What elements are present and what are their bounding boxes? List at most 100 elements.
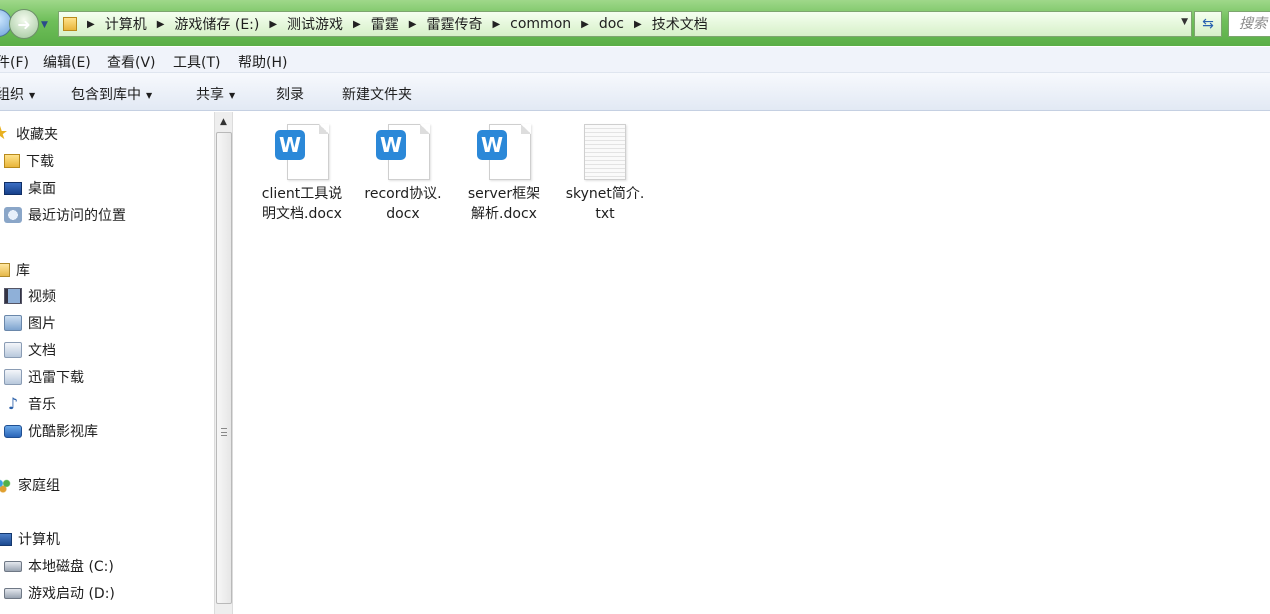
new-folder-button[interactable]: 新建文件夹 — [342, 84, 412, 104]
search-input[interactable]: 搜索 — [1228, 11, 1270, 37]
chevron-right-icon[interactable]: ▶ — [581, 19, 589, 30]
wps-word-icon: W — [477, 124, 531, 180]
share-label: 共享 — [196, 87, 224, 103]
pictures-library-icon — [4, 315, 22, 331]
sidebar-item-label: 视频 — [28, 289, 56, 305]
chevron-right-icon[interactable]: ▶ — [492, 19, 500, 30]
sidebar-item-music[interactable]: ♪ 音乐 — [4, 392, 56, 416]
file-name: client工具说明文档.docx — [261, 186, 343, 222]
file-name: server框架解析.docx — [467, 186, 541, 222]
address-bar[interactable]: ▶ 计算机 ▶ 游戏储存 (E:) ▶ 测试游戏 ▶ 雷霆 ▶ 雷霆传奇 ▶ c… — [58, 11, 1192, 37]
sidebar-item-label: 本地磁盘 (C:) — [28, 559, 114, 575]
file-item[interactable]: W record协议.docx — [361, 112, 445, 224]
dropdown-arrow-icon: ▼ — [229, 90, 236, 100]
sidebar-computer-label: 计算机 — [18, 532, 60, 548]
chevron-right-icon[interactable]: ▶ — [409, 19, 417, 30]
file-item[interactable]: skynet简介.txt — [563, 112, 647, 224]
navigation-pane-scrollbar[interactable]: ▲ — [214, 112, 233, 614]
menu-edit[interactable]: 编辑(E) — [43, 52, 91, 72]
dropdown-arrow-icon: ▼ — [29, 90, 36, 100]
grip-icon — [221, 428, 227, 436]
menu-bar: 件(F) 编辑(E) 查看(V) 工具(T) 帮助(H) — [0, 47, 1270, 73]
refresh-button[interactable]: ⇆ — [1194, 11, 1222, 37]
documents-library-icon — [4, 342, 22, 358]
sidebar-computer[interactable]: 计算机 — [0, 527, 60, 551]
arrow-right-icon: ➜ — [17, 14, 31, 34]
text-file-icon — [578, 124, 632, 180]
computer-icon — [0, 532, 12, 546]
sidebar-item-documents[interactable]: 文档 — [4, 338, 56, 362]
menu-file[interactable]: 件(F) — [0, 52, 29, 72]
include-in-library-button[interactable]: 包含到库中 ▼ — [71, 84, 152, 104]
sidebar-homegroup-label: 家庭组 — [18, 478, 60, 494]
burn-button[interactable]: 刻录 — [276, 84, 304, 104]
video-library-icon — [4, 288, 22, 304]
file-name: skynet简介.txt — [565, 186, 645, 222]
menu-help[interactable]: 帮助(H) — [238, 52, 287, 72]
organize-button[interactable]: 组织 ▼ — [0, 84, 35, 104]
thunder-downloads-library-icon — [4, 369, 22, 385]
breadcrumb-leiting-chuanqi[interactable]: 雷霆传奇 — [426, 14, 482, 34]
chevron-right-icon[interactable]: ▶ — [269, 19, 277, 30]
sidebar-favorites[interactable]: ★ 收藏夹 — [0, 122, 58, 146]
sidebar-item-local-disk-c[interactable]: 本地磁盘 (C:) — [4, 554, 114, 578]
sidebar-item-label: 最近访问的位置 — [28, 208, 126, 224]
sidebar-item-desktop[interactable]: 桌面 — [4, 176, 56, 200]
sidebar-item-label: 下载 — [26, 154, 54, 170]
file-item[interactable]: W server框架解析.docx — [462, 112, 546, 224]
sidebar-item-thunder-downloads[interactable]: 迅雷下载 — [4, 365, 84, 389]
breadcrumb-common[interactable]: common — [510, 16, 571, 32]
include-in-library-label: 包含到库中 — [71, 87, 141, 103]
breadcrumb-leiting[interactable]: 雷霆 — [371, 14, 399, 34]
refresh-icon: ⇆ — [1202, 16, 1214, 32]
address-dropdown-icon[interactable]: ▼ — [1181, 17, 1188, 27]
desktop-icon — [4, 181, 22, 195]
sidebar-item-label: 文档 — [28, 343, 56, 359]
file-name: record协议.docx — [364, 186, 442, 222]
hard-drive-icon — [4, 560, 22, 572]
breadcrumb-doc[interactable]: doc — [599, 16, 624, 32]
sidebar-favorites-label: 收藏夹 — [16, 127, 58, 143]
music-library-icon: ♪ — [7, 394, 19, 413]
sidebar-item-downloads[interactable]: 下载 — [4, 149, 54, 173]
file-list-view[interactable]: W client工具说明文档.docx W record协议.docx W se… — [234, 112, 1270, 614]
menu-view[interactable]: 查看(V) — [107, 52, 156, 72]
homegroup-icon — [0, 477, 12, 493]
chevron-right-icon[interactable]: ▶ — [353, 19, 361, 30]
sidebar-item-youku-library[interactable]: 优酷影视库 — [4, 419, 98, 443]
sidebar-homegroup[interactable]: 家庭组 — [0, 473, 60, 497]
address-toolbar: ➜ ▼ ▶ 计算机 ▶ 游戏储存 (E:) ▶ 测试游戏 ▶ 雷霆 ▶ 雷霆传奇… — [0, 0, 1270, 46]
wps-word-icon: W — [275, 124, 329, 180]
hard-drive-icon — [4, 587, 22, 599]
recent-places-icon — [4, 207, 22, 223]
chevron-right-icon[interactable]: ▶ — [634, 19, 642, 30]
file-item[interactable]: W client工具说明文档.docx — [260, 112, 344, 224]
scroll-up-arrow-icon[interactable]: ▲ — [215, 112, 232, 132]
chevron-right-icon[interactable]: ▶ — [87, 19, 95, 30]
folder-icon — [63, 17, 77, 31]
chevron-right-icon[interactable]: ▶ — [157, 19, 165, 30]
sidebar-item-videos[interactable]: 视频 — [4, 284, 56, 308]
sidebar-item-label: 优酷影视库 — [28, 424, 98, 440]
sidebar-item-label: 音乐 — [28, 397, 56, 413]
sidebar-item-label: 游戏启动 (D:) — [28, 586, 115, 602]
breadcrumb-tech-docs[interactable]: 技术文档 — [652, 14, 708, 34]
menu-tools[interactable]: 工具(T) — [173, 52, 220, 72]
scrollbar-thumb[interactable] — [216, 132, 232, 604]
breadcrumb-test-games[interactable]: 测试游戏 — [287, 14, 343, 34]
sidebar-item-label: 桌面 — [28, 181, 56, 197]
breadcrumb-drive-e[interactable]: 游戏储存 (E:) — [174, 14, 259, 34]
wps-word-icon: W — [376, 124, 430, 180]
breadcrumb-computer[interactable]: 计算机 — [105, 14, 147, 34]
sidebar-item-recent-places[interactable]: 最近访问的位置 — [4, 203, 126, 227]
sidebar-item-game-launch-d[interactable]: 游戏启动 (D:) — [4, 581, 115, 605]
youku-library-icon — [4, 424, 22, 438]
share-button[interactable]: 共享 ▼ — [196, 84, 235, 104]
forward-button[interactable]: ➜ — [9, 9, 39, 39]
sidebar-libraries[interactable]: 库 — [0, 258, 30, 282]
sidebar-item-pictures[interactable]: 图片 — [4, 311, 56, 335]
dropdown-arrow-icon: ▼ — [146, 90, 153, 100]
library-icon — [0, 263, 10, 277]
sidebar-item-label: 图片 — [28, 316, 56, 332]
recent-pages-dropdown[interactable]: ▼ — [41, 20, 48, 30]
